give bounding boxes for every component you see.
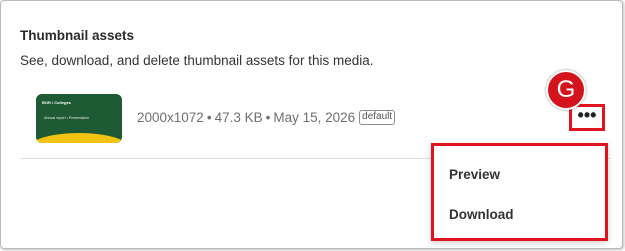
metadata-separator: • [206, 110, 212, 125]
thumbnail-brand-text: BOR / Colleges [42, 100, 71, 105]
step-marker-badge: G [546, 70, 586, 110]
asset-metadata: 2000x1072 • 47.3 KB • May 15, 2026 defau… [137, 110, 396, 125]
asset-actions-menu: Preview Download [431, 143, 608, 241]
asset-size: 47.3 KB [214, 110, 263, 125]
thumbnail-image: BOR / Colleges Annual report • Presentat… [36, 94, 122, 143]
thumbnail-assets-panel: Thumbnail assets See, download, and dele… [0, 0, 623, 249]
section-description: See, download, and delete thumbnail asse… [20, 53, 374, 68]
asset-dimensions: 2000x1072 [137, 110, 204, 125]
menu-item-preview[interactable]: Preview [449, 167, 500, 182]
thumbnail-yellow-band [36, 133, 122, 143]
menu-item-download[interactable]: Download [449, 207, 514, 222]
thumbnail-headline-text: Annual report • Presentation [44, 116, 90, 120]
asset-date: May 15, 2026 [273, 110, 356, 125]
more-horizontal-icon: ••• [577, 104, 597, 125]
default-badge: default [359, 110, 396, 125]
metadata-separator: • [265, 110, 271, 125]
section-title: Thumbnail assets [20, 28, 135, 43]
